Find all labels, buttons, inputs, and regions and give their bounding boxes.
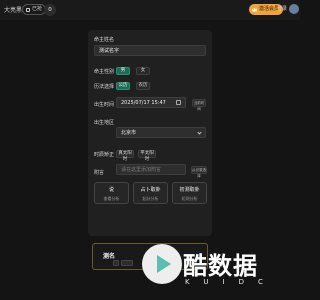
calendar-option-solar[interactable]: 公历	[116, 82, 130, 90]
solar-option-true[interactable]: 真太阳时	[116, 150, 134, 162]
birth-time-input[interactable]: 2025/07/17 15:47	[116, 97, 186, 108]
solar-option-mean[interactable]: 平太阳时	[138, 150, 156, 162]
watermark-subtext: KUIDC	[185, 278, 277, 286]
region-value: 北京市	[121, 130, 137, 136]
birth-time-label: 出生时间	[94, 102, 115, 108]
status-pill[interactable]: 已抢	[22, 4, 47, 15]
checkbox-icon	[26, 7, 30, 12]
watermark-text: 酷数据	[183, 252, 258, 280]
action-card-1-sub: 查看分析	[103, 196, 120, 201]
action-card-1-title: 说	[108, 187, 114, 193]
action-card-3-sub: 初测分析	[181, 196, 198, 201]
top-bar: 大亮黑 已抢 0 激活会员 登录	[0, 0, 300, 20]
avatar[interactable]	[289, 4, 299, 14]
action-card-2-sub: 起卦分析	[142, 196, 159, 201]
prev-button[interactable]	[113, 260, 119, 266]
note-label: 附言	[94, 170, 105, 176]
gender-option-female[interactable]: 女	[136, 67, 150, 75]
gender-label: 命主性别	[94, 69, 115, 75]
status-pill-label: 已抢	[32, 6, 43, 12]
calendar-option-lunar[interactable]: 农历	[136, 82, 150, 90]
logout-link[interactable]: 登录	[277, 5, 287, 12]
form-panel: 命主姓名 测试名字 命主性别 男 女 历法选择 公历 农历 出生时间 2025/…	[88, 30, 212, 236]
play-icon	[142, 244, 182, 284]
note-pick-button[interactable]: 从记录选择	[191, 166, 207, 178]
action-card-3-title: 初测取卦	[179, 187, 200, 193]
brand-title: 大亮黑	[4, 7, 23, 14]
calendar-icon	[176, 100, 181, 105]
solar-label: 时辰矫正	[94, 152, 115, 158]
result-title: 测名	[103, 253, 116, 260]
calendar-label: 历法选择	[94, 84, 115, 90]
watermark: 酷数据 KUIDC	[142, 244, 300, 300]
region-label: 出生地区	[94, 120, 115, 126]
gender-option-male[interactable]: 男	[116, 67, 130, 75]
chevron-down-icon	[197, 130, 202, 135]
vip-label: 激活会员	[259, 6, 280, 12]
crown-icon	[252, 7, 257, 12]
count-badge: 0	[44, 4, 56, 16]
note-input[interactable]: 请在这里添加附言	[116, 164, 186, 175]
region-select[interactable]: 北京市	[116, 127, 206, 138]
action-card-1[interactable]: 说 查看分析	[94, 182, 129, 204]
birth-time-value: 2025/07/17 15:47	[121, 99, 166, 106]
action-card-3[interactable]: 初测取卦 初测分析	[172, 182, 207, 204]
current-time-button[interactable]: 当前时间	[192, 99, 206, 111]
action-card-2[interactable]: 占卜取卦 起卦分析	[133, 182, 168, 204]
page-input[interactable]	[121, 260, 133, 266]
action-card-2-title: 占卜取卦	[140, 187, 161, 193]
name-label: 命主姓名	[94, 37, 115, 43]
name-input[interactable]: 测试名字	[94, 45, 206, 56]
